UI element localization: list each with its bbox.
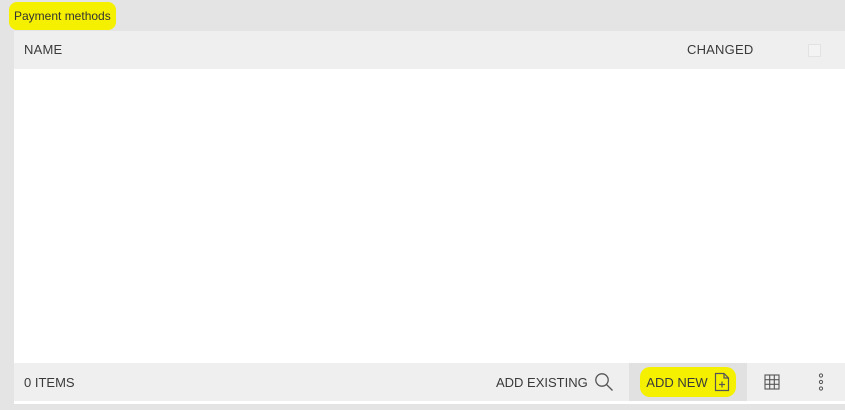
panel-title: Payment methods — [11, 4, 114, 28]
select-all-checkbox[interactable] — [808, 44, 821, 57]
search-icon — [594, 372, 614, 392]
add-new-label: ADD NEW — [646, 374, 708, 390]
grid-body — [14, 69, 845, 363]
grid-header: NAME CHANGED — [14, 31, 845, 69]
payment-methods-panel: Payment methods NAME CHANGED 0 ITEMS ADD… — [0, 0, 845, 410]
add-new-highlight: ADD NEW — [642, 369, 734, 395]
column-header-name[interactable]: NAME — [24, 31, 62, 69]
grid-view-button[interactable] — [758, 363, 786, 401]
payment-methods-grid: NAME CHANGED 0 ITEMS ADD EXISTING ADD NE… — [14, 31, 845, 404]
add-new-button[interactable]: ADD NEW — [629, 363, 747, 401]
add-existing-label: ADD EXISTING — [496, 374, 588, 390]
add-existing-button[interactable]: ADD EXISTING — [490, 363, 620, 401]
grid-icon — [764, 374, 780, 390]
grid-footer: 0 ITEMS ADD EXISTING ADD NEW — [14, 363, 845, 401]
column-header-changed[interactable]: CHANGED — [687, 31, 753, 69]
more-options-button[interactable] — [807, 363, 835, 401]
more-vertical-icon — [817, 372, 825, 392]
new-document-icon — [714, 372, 730, 392]
item-count: 0 ITEMS — [24, 375, 75, 390]
